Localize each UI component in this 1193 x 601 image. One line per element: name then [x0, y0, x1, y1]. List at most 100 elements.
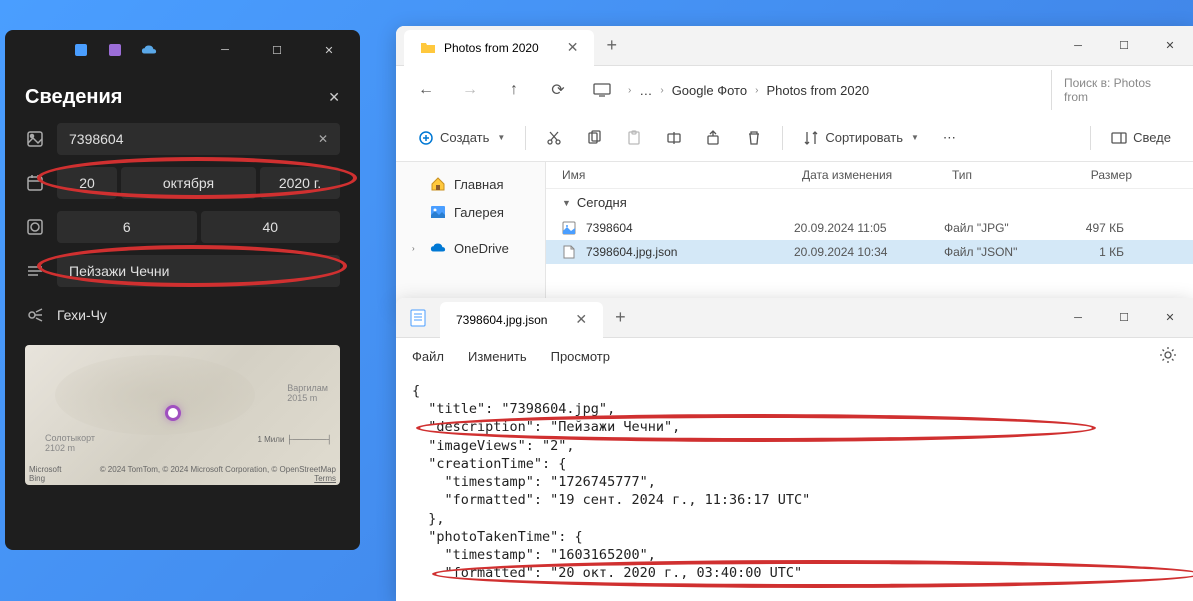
close-button[interactable]: ✕ [1147, 302, 1193, 334]
panel-title: Сведения [25, 86, 122, 109]
titlebar: ─ ☐ ✕ [5, 30, 360, 70]
chevron-right-icon: › [660, 85, 663, 96]
col-date[interactable]: Дата изменения [802, 168, 952, 182]
date-month-input[interactable]: октября [121, 167, 256, 199]
delete-button[interactable] [736, 124, 772, 152]
close-button[interactable]: ✕ [1147, 30, 1193, 62]
panel-close-icon[interactable]: ✕ [328, 89, 340, 106]
explorer-titlebar: Photos from 2020 ✕ + ─ ☐ ✕ [396, 26, 1193, 66]
sort-button[interactable]: Сортировать ▼ [793, 124, 929, 152]
description-input[interactable]: Пейзажи Чечни [57, 255, 340, 287]
chevron-down-icon: ▼ [562, 198, 571, 208]
photos-app-icon [73, 42, 89, 58]
file-size: 1 КБ [1054, 245, 1124, 259]
tab-title: Photos from 2020 [444, 41, 539, 55]
map-attrib-left: Microsoft Bing [29, 465, 79, 483]
tab-close-icon[interactable]: ✕ [575, 311, 587, 328]
location-icon [25, 305, 45, 325]
map-pin-icon [165, 405, 181, 421]
description-icon [25, 261, 45, 281]
tab-close-icon[interactable]: ✕ [567, 39, 579, 56]
new-tab-button[interactable]: + [615, 307, 626, 328]
breadcrumb-current[interactable]: Photos from 2020 [766, 83, 869, 98]
explorer-nav: ← → ↑ ⟳ › … › Google Фото › Photos from … [396, 66, 1193, 114]
file-row[interactable]: 7398604.jpg.json 20.09.2024 10:34Файл "JS… [546, 240, 1193, 264]
maximize-button[interactable]: ☐ [1101, 302, 1147, 334]
create-button[interactable]: Создать ▼ [408, 124, 515, 152]
pc-icon[interactable] [584, 72, 620, 108]
paste-button[interactable] [616, 124, 652, 152]
file-row[interactable]: 739860420.09.2024 11:05Файл "JPG"497 КБ [546, 216, 1193, 240]
new-tab-button[interactable]: + [606, 35, 617, 56]
copy-button[interactable] [576, 124, 612, 152]
col-name[interactable]: Имя [562, 168, 802, 182]
settings-icon[interactable] [1159, 346, 1177, 367]
calendar-icon [25, 173, 45, 193]
explorer-sidebar: Главная Галерея › OneDrive [396, 162, 546, 306]
file-name-text: 7398604 [586, 221, 633, 235]
maximize-button[interactable]: ☐ [254, 34, 300, 66]
breadcrumb-parent[interactable]: Google Фото [672, 83, 747, 98]
forward-button[interactable]: → [452, 72, 488, 108]
filename-input[interactable]: 7398604 ✕ [57, 123, 340, 155]
image-icon [25, 129, 45, 149]
col-type[interactable]: Тип [952, 168, 1062, 182]
map-terms-link[interactable]: Terms [314, 474, 336, 483]
file-icon [562, 220, 578, 236]
sidebar-item-gallery[interactable]: Галерея [396, 198, 545, 226]
clock-icon [25, 217, 45, 237]
clear-icon[interactable]: ✕ [318, 132, 328, 146]
file-name-text: 7398604.jpg.json [586, 245, 677, 259]
notepad-menu: Файл Изменить Просмотр [396, 338, 1193, 374]
col-size[interactable]: Размер [1062, 168, 1132, 182]
back-button[interactable]: ← [408, 72, 444, 108]
file-date: 20.09.2024 10:34 [794, 245, 944, 259]
menu-file[interactable]: Файл [412, 349, 444, 364]
notepad-titlebar: 7398604.jpg.json ✕ + ─ ☐ ✕ [396, 298, 1193, 338]
up-button[interactable]: ↑ [496, 72, 532, 108]
search-input[interactable]: Поиск в: Photos from [1051, 70, 1181, 110]
sidebar-item-onedrive[interactable]: › OneDrive [396, 234, 545, 262]
minimize-button[interactable]: ─ [1055, 302, 1101, 334]
notepad-tab[interactable]: 7398604.jpg.json ✕ [440, 302, 603, 338]
home-icon [430, 176, 446, 192]
file-type: Файл "JPG" [944, 221, 1054, 235]
breadcrumb-dots[interactable]: … [639, 83, 652, 98]
chevron-right-icon: › [755, 85, 758, 96]
group-header[interactable]: ▼ Сегодня [546, 189, 1193, 216]
column-headers: Имя Дата изменения Тип Размер [546, 162, 1193, 189]
explorer-toolbar: Создать ▼ Сортировать ▼ ⋯ Сведе [396, 114, 1193, 162]
notepad-content[interactable]: { "title": "7398604.jpg", "description":… [396, 374, 1193, 590]
file-type: Файл "JSON" [944, 245, 1054, 259]
gallery-icon [430, 204, 446, 220]
location-text: Гехи-Чу [57, 299, 340, 331]
date-day-input[interactable]: 20 [57, 167, 117, 199]
time-hour-input[interactable]: 6 [57, 211, 197, 243]
cut-button[interactable] [536, 124, 572, 152]
refresh-button[interactable]: ⟳ [540, 72, 576, 108]
notepad-window: 7398604.jpg.json ✕ + ─ ☐ ✕ Файл Изменить… [396, 298, 1193, 601]
app-icon-2 [107, 42, 123, 58]
share-button[interactable] [696, 124, 732, 152]
minimize-button[interactable]: ─ [1055, 30, 1101, 62]
minimize-button[interactable]: ─ [202, 34, 248, 66]
time-minute-input[interactable]: 40 [201, 211, 341, 243]
file-date: 20.09.2024 11:05 [794, 221, 944, 235]
filename-value: 7398604 [69, 131, 124, 147]
map[interactable]: Варгилам2015 m Солотыкорт2102 m 1 Мили ├… [25, 345, 340, 485]
date-year-input[interactable]: 2020 г. [260, 167, 340, 199]
explorer-tab[interactable]: Photos from 2020 ✕ [404, 30, 594, 66]
breadcrumb: … › Google Фото › Photos from 2020 [639, 83, 869, 98]
details-button[interactable]: Сведе [1101, 124, 1181, 152]
menu-edit[interactable]: Изменить [468, 349, 527, 364]
file-explorer-window: Photos from 2020 ✕ + ─ ☐ ✕ ← → ↑ ⟳ › … ›… [396, 26, 1193, 306]
file-list: Имя Дата изменения Тип Размер ▼ Сегодня … [546, 162, 1193, 306]
file-icon [562, 244, 578, 260]
maximize-button[interactable]: ☐ [1101, 30, 1147, 62]
rename-button[interactable] [656, 124, 692, 152]
chevron-right-icon: › [628, 85, 631, 96]
sidebar-item-home[interactable]: Главная [396, 170, 545, 198]
menu-view[interactable]: Просмотр [551, 349, 610, 364]
more-button[interactable]: ⋯ [933, 124, 966, 152]
close-button[interactable]: ✕ [306, 34, 352, 66]
